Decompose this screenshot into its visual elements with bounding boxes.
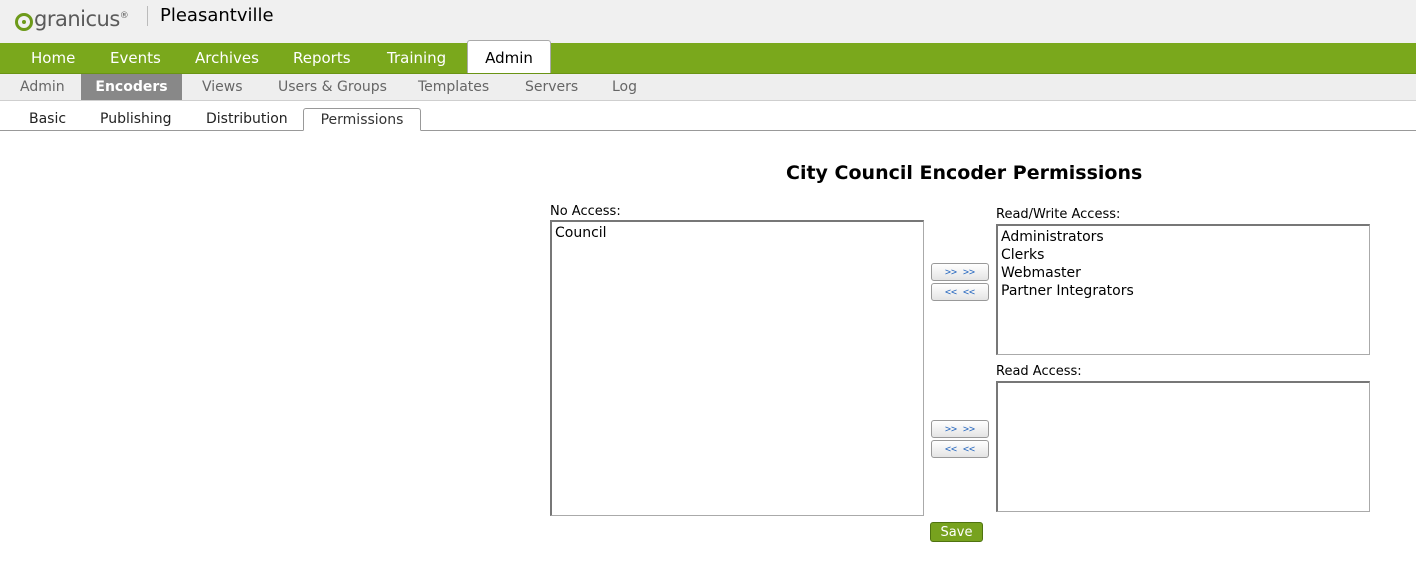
granicus-logo[interactable]: granicus® <box>15 5 129 33</box>
read-access-label: Read Access: <box>996 364 1082 379</box>
tab-permissions[interactable]: Permissions <box>303 108 421 131</box>
list-item[interactable]: Webmaster <box>1001 264 1366 282</box>
site-name: Pleasantville <box>160 5 274 26</box>
tab-basic[interactable]: Basic <box>29 107 66 129</box>
list-item[interactable]: Partner Integrators <box>1001 282 1366 300</box>
tab-distribution[interactable]: Distribution <box>206 107 288 129</box>
main-tab-training[interactable]: Training <box>387 43 446 73</box>
list-item[interactable]: Clerks <box>1001 246 1366 264</box>
read-access-listbox[interactable] <box>996 381 1370 512</box>
page-title: City Council Encoder Permissions <box>786 162 1143 184</box>
list-item[interactable]: Administrators <box>1001 228 1366 246</box>
main-tab-admin[interactable]: Admin <box>467 40 551 73</box>
no-access-label: No Access: <box>550 204 621 219</box>
main-tab-reports[interactable]: Reports <box>293 43 351 73</box>
move-from-readwrite-button[interactable]: << << <box>931 283 989 301</box>
readwrite-access-label: Read/Write Access: <box>996 207 1121 222</box>
app-header: granicus® Pleasantville <box>0 0 1416 44</box>
sub-tab-admin[interactable]: Admin <box>20 74 65 100</box>
save-button[interactable]: Save <box>930 522 983 542</box>
main-nav: Home Events Archives Reports Training Ad… <box>0 40 1416 74</box>
sub-tab-views[interactable]: Views <box>202 74 243 100</box>
move-to-readwrite-button[interactable]: >> >> <box>931 263 989 281</box>
sub-tab-encoders[interactable]: Encoders <box>81 74 182 100</box>
encoder-tabs: Basic Publishing Distribution Permission… <box>0 103 1416 131</box>
readwrite-access-listbox[interactable]: Administrators Clerks Webmaster Partner … <box>996 224 1370 355</box>
move-from-read-button[interactable]: << << <box>931 440 989 458</box>
main-tab-home[interactable]: Home <box>31 43 75 73</box>
no-access-listbox[interactable]: Council <box>550 220 924 516</box>
sub-tab-users-groups[interactable]: Users & Groups <box>278 74 387 100</box>
sub-tab-servers[interactable]: Servers <box>525 74 578 100</box>
sub-nav: Admin Encoders Views Users & Groups Temp… <box>0 74 1416 101</box>
sub-tab-templates[interactable]: Templates <box>418 74 489 100</box>
move-to-read-button[interactable]: >> >> <box>931 420 989 438</box>
logo-text: granicus® <box>34 7 129 31</box>
list-item[interactable]: Council <box>555 224 920 242</box>
main-tab-events[interactable]: Events <box>110 43 161 73</box>
tab-publishing[interactable]: Publishing <box>100 107 172 129</box>
main-tab-archives[interactable]: Archives <box>195 43 259 73</box>
header-divider <box>147 6 148 26</box>
sub-tab-log[interactable]: Log <box>612 74 637 100</box>
granicus-logo-mark-icon <box>15 13 33 31</box>
